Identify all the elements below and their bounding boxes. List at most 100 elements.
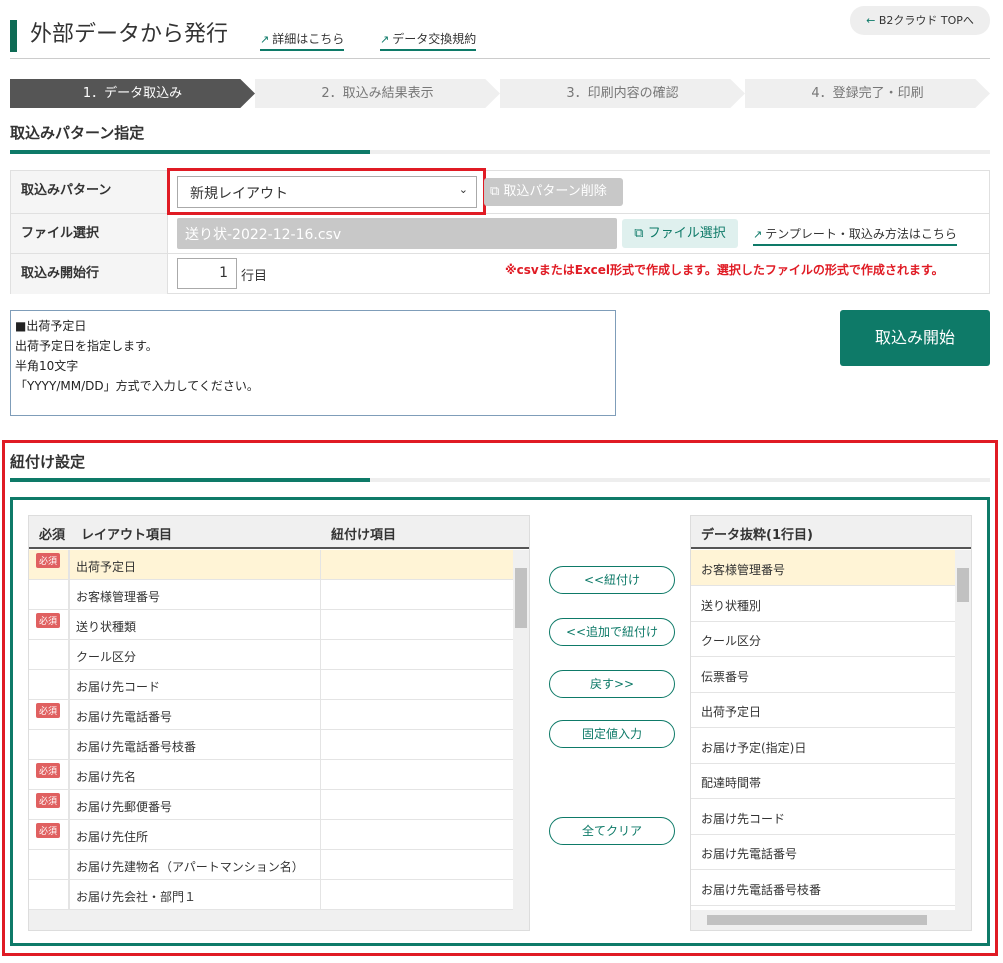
vertical-scrollbar[interactable] bbox=[513, 550, 529, 910]
pattern-label: 取込みパターン bbox=[11, 171, 168, 213]
data-preview-grid: データ抜粋(1行目) お客様管理番号 送り状種別 クール区分 伝票番号 出荷予定日 お届け… bbox=[690, 515, 972, 931]
layout-item-name: お届け先住所 bbox=[76, 830, 149, 844]
top-button-label: B2クラウド TOPへ bbox=[878, 14, 974, 27]
file-select-button[interactable]: ⧉ ファイル選択 bbox=[622, 219, 738, 248]
required-cell: 必須 bbox=[29, 760, 70, 790]
external-link-icon: ↗ bbox=[260, 33, 270, 46]
step-2: 2．取込み結果表示 bbox=[255, 79, 500, 108]
section-underline bbox=[10, 150, 990, 154]
mapping-section-title: 紐付け設定 bbox=[10, 453, 86, 471]
vertical-scrollbar[interactable] bbox=[955, 550, 971, 910]
required-cell bbox=[29, 850, 70, 880]
page-title: 外部データから発行 bbox=[30, 22, 229, 47]
preview-row[interactable]: お届け予定(指定)日 bbox=[691, 728, 955, 764]
layout-row[interactable]: お届け先電話番号枝番 bbox=[29, 730, 513, 760]
horizontal-scrollbar[interactable] bbox=[691, 910, 971, 930]
mapped-item-cell bbox=[320, 880, 321, 910]
preview-row[interactable]: お客様管理番号 bbox=[691, 550, 955, 586]
layout-row[interactable]: 必須 お届け先郵便番号 bbox=[29, 790, 513, 820]
col-mapped-item: 紐付け項目 bbox=[331, 528, 397, 543]
step-1: 1．データ取込み bbox=[10, 79, 255, 108]
preview-row[interactable]: 送り状種別 bbox=[691, 586, 955, 622]
layout-row[interactable]: 必須 出荷予定日 bbox=[29, 550, 513, 580]
terms-link-label: データ交換規約 bbox=[392, 32, 477, 46]
layout-item-name: 出荷予定日 bbox=[76, 560, 137, 574]
preview-row[interactable]: お届け先コード bbox=[691, 799, 955, 835]
append-map-button[interactable]: <<追加で紐付け bbox=[549, 618, 675, 646]
details-link[interactable]: ↗ 詳細はこちら bbox=[260, 30, 345, 51]
layout-row[interactable]: クール区分 bbox=[29, 640, 513, 670]
b2-cloud-top-button[interactable]: ← B2クラウド TOPへ bbox=[850, 6, 990, 35]
layout-row[interactable]: 必須 お届け先名 bbox=[29, 760, 513, 790]
required-badge: 必須 bbox=[36, 613, 61, 628]
delete-pattern-label: 取込パターン削除 bbox=[503, 184, 607, 199]
layout-row[interactable]: 必須 送り状種類 bbox=[29, 610, 513, 640]
mapped-item-cell bbox=[320, 700, 321, 730]
required-badge: 必須 bbox=[36, 703, 61, 718]
step-4: 4．登録完了・印刷 bbox=[745, 79, 990, 108]
pattern-select-value: 新規レイアウト bbox=[190, 186, 288, 202]
data-exchange-terms-link[interactable]: ↗ データ交換規約 bbox=[380, 30, 477, 51]
layout-row[interactable]: お客様管理番号 bbox=[29, 580, 513, 610]
start-row-label: 取込み開始行 bbox=[11, 254, 168, 294]
preview-row[interactable]: 出荷予定日 bbox=[691, 692, 955, 728]
file-select-label: ファイル選択 bbox=[647, 226, 726, 241]
step-3: 3．印刷内容の確認 bbox=[500, 79, 745, 108]
window-icon: ⧉ bbox=[490, 184, 504, 199]
file-name-field[interactable]: 送り状-2022-12-16.csv bbox=[177, 218, 617, 249]
format-note: ※csvまたはExcel形式で作成します。選択したファイルの形式で作成されます。 bbox=[505, 263, 944, 277]
layout-item-name: お届け先会社・部門１ bbox=[76, 890, 197, 904]
clear-all-button[interactable]: 全てクリア bbox=[549, 817, 675, 845]
required-cell: 必須 bbox=[29, 790, 70, 820]
layout-item-name: クール区分 bbox=[76, 650, 137, 664]
layout-row[interactable]: 必須 お届け先電話番号 bbox=[29, 700, 513, 730]
layout-row[interactable]: 必須 お届け先住所 bbox=[29, 820, 513, 850]
layout-row[interactable]: お届け先建物名（アパートマンション名） bbox=[29, 850, 513, 880]
mapped-item-cell bbox=[320, 550, 321, 580]
preview-row[interactable]: 伝票番号 bbox=[691, 657, 955, 693]
delete-pattern-button[interactable]: ⧉ 取込パターン削除 bbox=[484, 178, 623, 206]
required-cell: 必須 bbox=[29, 610, 70, 640]
mapped-item-cell bbox=[320, 640, 321, 670]
chevron-down-icon: ⌄ bbox=[458, 183, 468, 196]
preview-row[interactable]: お届け先電話番号枝番 bbox=[691, 870, 955, 906]
start-row-input[interactable]: 1 bbox=[177, 258, 237, 289]
layout-row[interactable]: お届け先会社・部門１ bbox=[29, 880, 513, 910]
header-divider bbox=[10, 58, 990, 59]
start-row-unit: 行目 bbox=[241, 269, 268, 284]
layout-item-name: お客様管理番号 bbox=[76, 590, 161, 604]
required-cell bbox=[29, 730, 70, 760]
revert-button[interactable]: 戻す>> bbox=[549, 670, 675, 698]
template-link[interactable]: ↗ テンプレート・取込み方法はこちら bbox=[753, 225, 957, 246]
preview-row[interactable]: クール区分 bbox=[691, 621, 955, 657]
mapped-item-cell bbox=[320, 730, 321, 760]
layout-grid: 必須 レイアウト項目 紐付け項目 必須 出荷予定日 お客様管理番号 必須 送り状種類 クー… bbox=[28, 515, 530, 931]
preview-grid-header: データ抜粋(1行目) bbox=[691, 516, 971, 549]
mapped-item-cell bbox=[320, 580, 321, 610]
col-required: 必須 bbox=[39, 528, 66, 543]
layout-item-name: お届け先電話番号 bbox=[76, 710, 173, 724]
required-cell: 必須 bbox=[29, 820, 70, 850]
arrow-left-icon: ← bbox=[866, 14, 879, 27]
template-link-label: テンプレート・取込み方法はこちら bbox=[765, 227, 957, 241]
field-help-textarea[interactable]: ■出荷予定日 出荷予定日を指定します。 半角10文字 「YYYY/MM/DD」方… bbox=[10, 310, 616, 416]
fixed-value-button[interactable]: 固定値入力 bbox=[549, 720, 675, 748]
preview-row[interactable]: 配達時間帯 bbox=[691, 763, 955, 799]
layout-item-name: お届け先建物名（アパートマンション名） bbox=[76, 860, 304, 874]
required-cell bbox=[29, 640, 70, 670]
layout-item-name: お届け先コード bbox=[76, 680, 161, 694]
external-link-icon: ↗ bbox=[380, 33, 390, 46]
window-icon: ⧉ bbox=[634, 226, 648, 241]
start-import-button[interactable]: 取込み開始 bbox=[840, 310, 990, 366]
pattern-select[interactable]: 新規レイアウト ⌄ bbox=[177, 176, 477, 208]
file-label: ファイル選択 bbox=[11, 214, 168, 253]
preview-row[interactable]: お届け先電話番号 bbox=[691, 834, 955, 870]
mapped-item-cell bbox=[320, 850, 321, 880]
required-badge: 必須 bbox=[36, 793, 61, 808]
mapped-item-cell bbox=[320, 790, 321, 820]
layout-row[interactable]: お届け先コード bbox=[29, 670, 513, 700]
layout-grid-header: 必須 レイアウト項目 紐付け項目 bbox=[29, 516, 529, 549]
horizontal-scrollbar[interactable] bbox=[29, 910, 529, 930]
map-button[interactable]: <<紐付け bbox=[549, 566, 675, 594]
pattern-section-title: 取込みパターン指定 bbox=[10, 124, 145, 142]
